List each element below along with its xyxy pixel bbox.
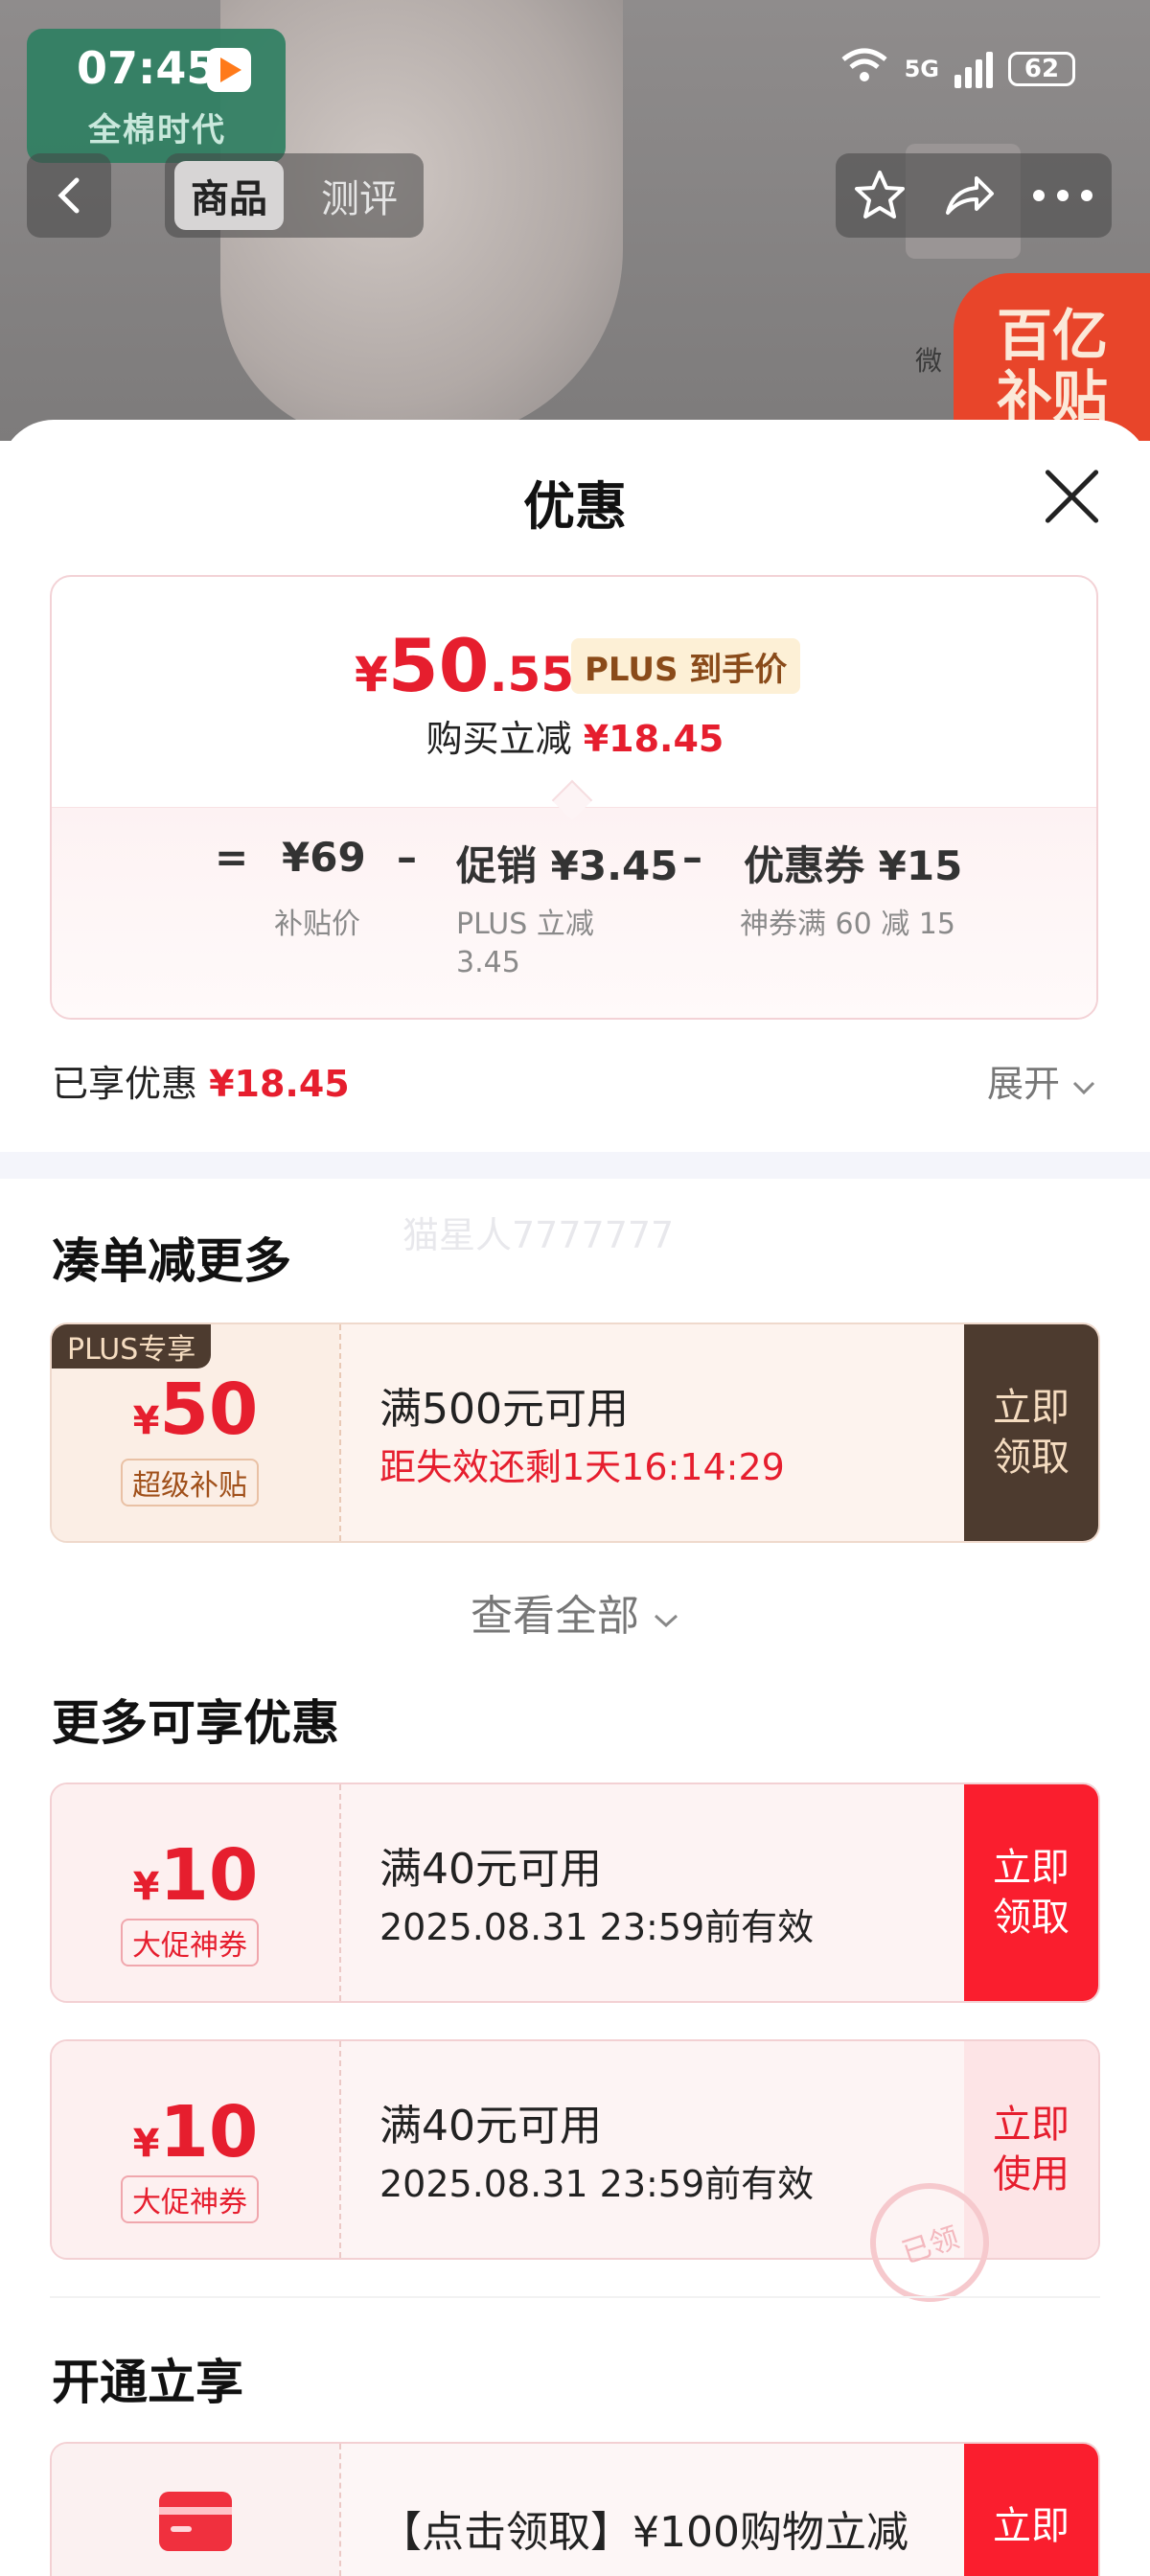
coupon-tag: 大促神券 xyxy=(121,1919,259,1966)
breakdown-subsidy-label: 补贴价 xyxy=(274,908,360,941)
close-icon[interactable] xyxy=(1041,466,1102,527)
instant-saving: 购买立减 ¥18.45 xyxy=(426,718,724,760)
nav-actions xyxy=(836,153,1112,238)
plus-coupon-countdown: 距失效还剩1天16:14:29 xyxy=(380,1446,785,1488)
price-decimal: .55 xyxy=(489,647,575,702)
sheet-title: 优惠 xyxy=(523,476,627,537)
breakdown-op-equal: = xyxy=(215,834,249,881)
brand-subtitle: 全棉时代 xyxy=(88,111,226,150)
star-icon[interactable] xyxy=(851,167,908,224)
coupon-claim-button[interactable]: 立即 领取 xyxy=(964,1784,1098,2001)
subsidy-badge-text: 百亿 补贴 xyxy=(997,303,1109,429)
plus-price-badge: PLUS 到手价 xyxy=(571,638,801,694)
thumbnail-label: 微 xyxy=(915,345,943,377)
battery-icon: 62 xyxy=(1008,52,1075,86)
signal-icon xyxy=(954,50,993,88)
plus-coupon-amount: ¥50 xyxy=(132,1368,259,1451)
divider-line xyxy=(50,2296,1100,2298)
plus-coupon-card: PLUS专享 ¥50 超级补贴 满500元可用 距失效还剩1天16:14:29 … xyxy=(50,1322,1100,1543)
plus-coupon-condition: 满500元可用 xyxy=(380,1385,629,1434)
plus-coupon-tag: 超级补贴 xyxy=(121,1459,259,1506)
chevron-down-icon xyxy=(654,1614,678,1628)
breakdown-coupon-value: 优惠券 ¥15 xyxy=(744,842,963,889)
user-watermark: 猫星人7777777 xyxy=(402,1214,675,1256)
section-title-open: 开通立享 xyxy=(52,2355,243,2410)
section-title-more: 更多可享优惠 xyxy=(52,1695,339,1751)
coupon-amount: ¥10 xyxy=(132,2091,259,2174)
tab-review[interactable]: 测评 xyxy=(305,161,414,230)
view-all-link[interactable]: 查看全部 xyxy=(0,1581,1150,1643)
coupon-validity: 2025.08.31 23:59前有效 xyxy=(380,2163,815,2205)
back-button[interactable] xyxy=(27,153,111,238)
tab-product[interactable]: 商品 xyxy=(174,161,284,230)
breakdown-op-minus-2: – xyxy=(682,834,702,881)
plus-coupon-claim-button[interactable]: 立即 领取 xyxy=(964,1324,1098,1541)
share-icon[interactable] xyxy=(940,167,998,224)
enjoyed-discount: 已享优惠 ¥18.45 xyxy=(52,1063,350,1105)
section-title-combine: 凑单减更多 xyxy=(52,1233,291,1289)
chevron-left-icon xyxy=(58,177,80,214)
app-notification-icon xyxy=(207,48,251,92)
price-currency: ¥ xyxy=(355,647,388,702)
expand-toggle[interactable]: 展开 xyxy=(987,1054,1096,1107)
price-integer: 50 xyxy=(387,623,490,708)
breakdown-promo-label: PLUS 立减 3.45 xyxy=(456,908,594,979)
status-indicators: 5G 62 xyxy=(840,46,1075,92)
coupon-condition: 满40元可用 xyxy=(380,2102,602,2150)
coupon-card: ¥10 大促神券 满40元可用 2025.08.31 23:59前有效 立即 领… xyxy=(50,1782,1100,2003)
more-icon[interactable] xyxy=(1029,186,1096,205)
open-offer-text: 【点击领取】¥100购物立减 xyxy=(380,2508,908,2557)
coupon-validity: 2025.08.31 23:59前有效 xyxy=(380,1906,815,1948)
network-type: 5G xyxy=(904,56,939,82)
wifi-icon xyxy=(840,46,889,92)
section-divider xyxy=(0,1152,1150,1179)
plus-exclusive-tag: PLUS专享 xyxy=(52,1324,212,1368)
coupon-tag: 大促神券 xyxy=(121,2175,259,2223)
card-icon xyxy=(159,2492,232,2551)
breakdown-promo-value: 促销 ¥3.45 xyxy=(456,842,678,889)
coupon-amount: ¥10 xyxy=(132,1834,259,1917)
status-time: 07:45 xyxy=(77,42,218,94)
breakdown-op-minus-1: – xyxy=(397,834,417,881)
final-price: ¥ 50 .55 xyxy=(355,623,574,708)
open-offer-button[interactable]: 立即 xyxy=(964,2444,1098,2576)
coupon-condition: 满40元可用 xyxy=(380,1845,602,1894)
breakdown-subsidy-value: ¥69 xyxy=(282,834,366,881)
chevron-down-icon xyxy=(1073,1081,1095,1095)
open-offer-card: 【点击领取】¥100购物立减 立即 xyxy=(50,2442,1100,2576)
breakdown-coupon-label: 神券满 60 减 15 xyxy=(740,908,955,941)
